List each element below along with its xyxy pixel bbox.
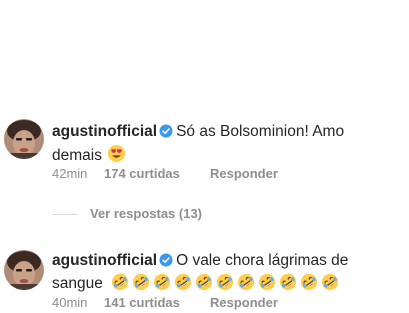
rofl-emoji-row: [107, 273, 339, 292]
comment-username[interactable]: agustinofficial: [52, 123, 157, 140]
rofl-emoji-icon: [279, 273, 297, 297]
rofl-emoji-icon: [111, 273, 129, 297]
rofl-emoji-icon: [216, 273, 234, 297]
comment-likes[interactable]: 141 curtidas: [104, 295, 202, 310]
comment-text-continued: sangue: [52, 275, 103, 292]
rofl-emoji-icon: [195, 273, 213, 297]
rofl-emoji-icon: [153, 273, 171, 297]
rofl-emoji-icon: [132, 273, 150, 297]
rofl-emoji-icon: [321, 273, 339, 297]
comment-timestamp: 40min: [52, 295, 88, 310]
verified-badge-icon: [159, 252, 173, 273]
avatar[interactable]: [4, 119, 44, 159]
avatar[interactable]: [4, 250, 44, 290]
comment-text: Só as Bolsominion! Amo: [176, 123, 345, 140]
comment-body: agustinofficial Só as Bolsominion! Amo de…: [52, 121, 404, 169]
divider-line: [52, 214, 78, 216]
comment-body: agustinofficial O vale chora lágrimas de …: [52, 250, 404, 297]
comment-text-continued: demais: [52, 147, 102, 164]
view-replies-button[interactable]: Ver respostas (13): [52, 206, 202, 221]
comments-panel: agustinofficial Só as Bolsominion! Amo de…: [0, 0, 409, 313]
comment-username[interactable]: agustinofficial: [52, 252, 157, 269]
comment-likes[interactable]: 174 curtidas: [104, 166, 202, 181]
rofl-emoji-icon: [258, 273, 276, 297]
view-replies-label: Ver respostas (13): [90, 206, 203, 221]
rofl-emoji-icon: [300, 273, 318, 297]
comment-timestamp: 42min: [52, 166, 88, 181]
verified-badge-icon: [159, 123, 173, 144]
reply-button[interactable]: Responder: [210, 166, 278, 181]
comment-meta: 40min 141 curtidas Responder: [52, 295, 278, 310]
reply-button[interactable]: Responder: [210, 295, 278, 310]
rofl-emoji-icon: [237, 273, 255, 297]
rofl-emoji-icon: [174, 273, 192, 297]
comment-text: O vale chora lágrimas de: [176, 252, 349, 269]
comment-meta: 42min 174 curtidas Responder: [52, 166, 278, 181]
